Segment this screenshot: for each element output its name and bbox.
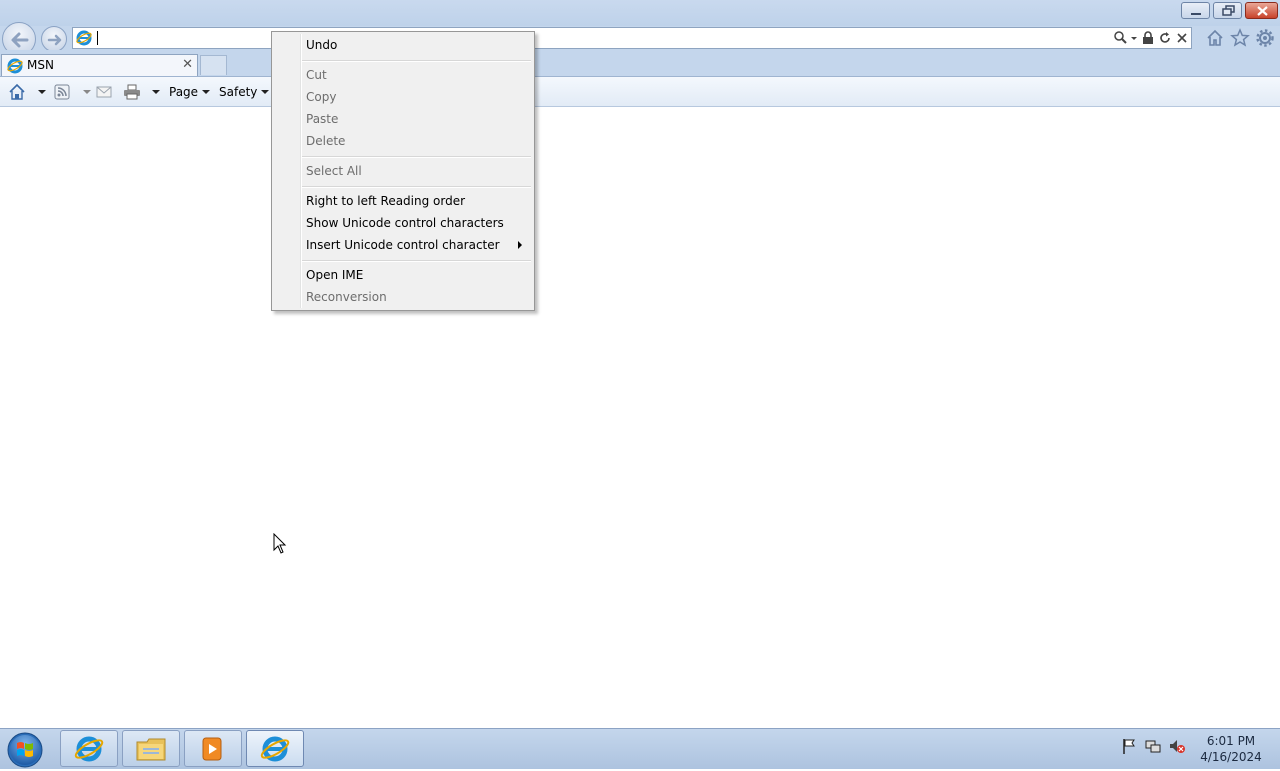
action-center-flag-icon[interactable] [1120,737,1138,755]
safety-menu-button[interactable]: Safety [219,83,270,100]
menu-item-copy[interactable]: Copy [274,86,532,108]
window-titlebar [0,0,1280,26]
tab-title: MSN [27,58,54,72]
close-tab-icon[interactable]: ✕ [182,57,193,72]
text-caret [97,31,98,45]
feeds-dropdown-button[interactable] [79,83,91,100]
mouse-pointer-icon [273,532,287,558]
internet-explorer-icon [74,736,104,762]
minimize-button[interactable] [1181,2,1210,19]
chevron-right-icon [518,241,522,249]
folder-icon [136,738,166,761]
forward-button[interactable] [41,26,67,52]
menu-item-paste[interactable]: Paste [274,108,532,130]
chevron-down-icon [152,89,160,94]
favorites-star-icon[interactable] [1230,28,1250,48]
menu-item-label: Open IME [306,268,364,282]
start-button[interactable] [4,730,46,768]
menu-item-label: Undo [306,38,338,52]
menu-separator [302,156,531,158]
page-menu-button[interactable]: Page [169,83,211,100]
volume-muted-icon[interactable] [1168,737,1186,755]
menu-item-label: Insert Unicode control character [306,238,500,252]
taskbar: 6:01 PM 4/16/2024 [0,728,1280,769]
search-icon[interactable] [1113,30,1127,46]
mail-icon [96,86,112,97]
lock-icon[interactable] [1141,30,1155,46]
chevron-down-icon [83,89,91,94]
menu-item-select-all[interactable]: Select All [274,160,532,182]
menu-item-label: Paste [306,112,339,126]
menu-item-undo[interactable]: Undo [274,34,532,56]
network-icon[interactable] [1144,737,1162,755]
page-menu-label: Page [169,84,199,99]
tab-msn[interactable]: MSN ✕ [1,54,198,76]
rss-feed-icon [54,84,70,99]
chevron-down-icon [261,89,270,94]
search-dropdown-icon[interactable] [1130,30,1138,46]
tools-gear-icon[interactable] [1255,28,1275,48]
menu-separator [302,186,531,188]
menu-item-label: Copy [306,90,337,104]
printer-icon [124,84,140,99]
close-window-button[interactable] [1245,2,1278,19]
address-input[interactable] [95,29,1095,47]
print-dropdown-button[interactable] [148,83,160,100]
command-bar: Page Safety [0,77,1280,107]
menu-item-label: Show Unicode control characters [306,216,504,230]
stop-icon[interactable] [1175,30,1189,46]
windows-logo-icon [7,732,43,768]
home-icon[interactable] [1205,28,1225,48]
chevron-down-icon [202,89,211,94]
internet-explorer-icon [76,30,92,49]
taskbar-internet-explorer[interactable] [60,730,118,767]
menu-item-delete[interactable]: Delete [274,130,532,152]
menu-item-insert-unicode-control[interactable]: Insert Unicode control character [274,234,532,256]
menu-item-label: Delete [306,134,346,148]
context-menu: Undo Cut Copy Paste Delete Select All Ri… [271,31,535,311]
feeds-button[interactable] [54,83,70,100]
address-bar[interactable] [72,27,1192,49]
home-dropdown-button[interactable] [34,83,46,100]
home-icon [9,83,25,100]
menu-item-label: Cut [306,68,327,82]
menu-separator [302,260,531,262]
menu-item-label: Reconversion [306,290,387,304]
taskbar-clock[interactable]: 6:01 PM 4/16/2024 [1196,733,1266,765]
menu-item-label: Right to left Reading order [306,194,466,208]
menu-item-reconversion[interactable]: Reconversion [274,286,532,308]
internet-explorer-icon [7,58,23,77]
safety-menu-label: Safety [219,84,258,99]
print-button[interactable] [123,83,141,100]
read-mail-button[interactable] [96,83,112,100]
page-content-area[interactable] [0,107,1280,728]
menu-item-show-unicode-control[interactable]: Show Unicode control characters [274,212,532,234]
refresh-icon[interactable] [1158,30,1172,46]
tab-bar: MSN ✕ [0,50,1280,77]
taskbar-windows-explorer[interactable] [122,730,180,767]
media-player-icon [202,737,222,761]
home-button[interactable] [8,83,26,100]
clock-time: 6:01 PM [1206,734,1256,748]
menu-item-cut[interactable]: Cut [274,64,532,86]
menu-item-label: Select All [306,164,362,178]
taskbar-media-player[interactable] [184,730,242,767]
menu-item-rtl-reading-order[interactable]: Right to left Reading order [274,190,532,212]
clock-date: 4/16/2024 [1200,750,1262,764]
new-tab-button[interactable] [200,55,227,75]
taskbar-internet-explorer-active[interactable] [246,730,304,767]
restore-button[interactable] [1213,2,1242,19]
internet-explorer-icon [260,736,290,762]
menu-item-open-ime[interactable]: Open IME [274,264,532,286]
system-tray [1120,737,1186,755]
chevron-down-icon [38,89,46,94]
menu-separator [302,60,531,62]
